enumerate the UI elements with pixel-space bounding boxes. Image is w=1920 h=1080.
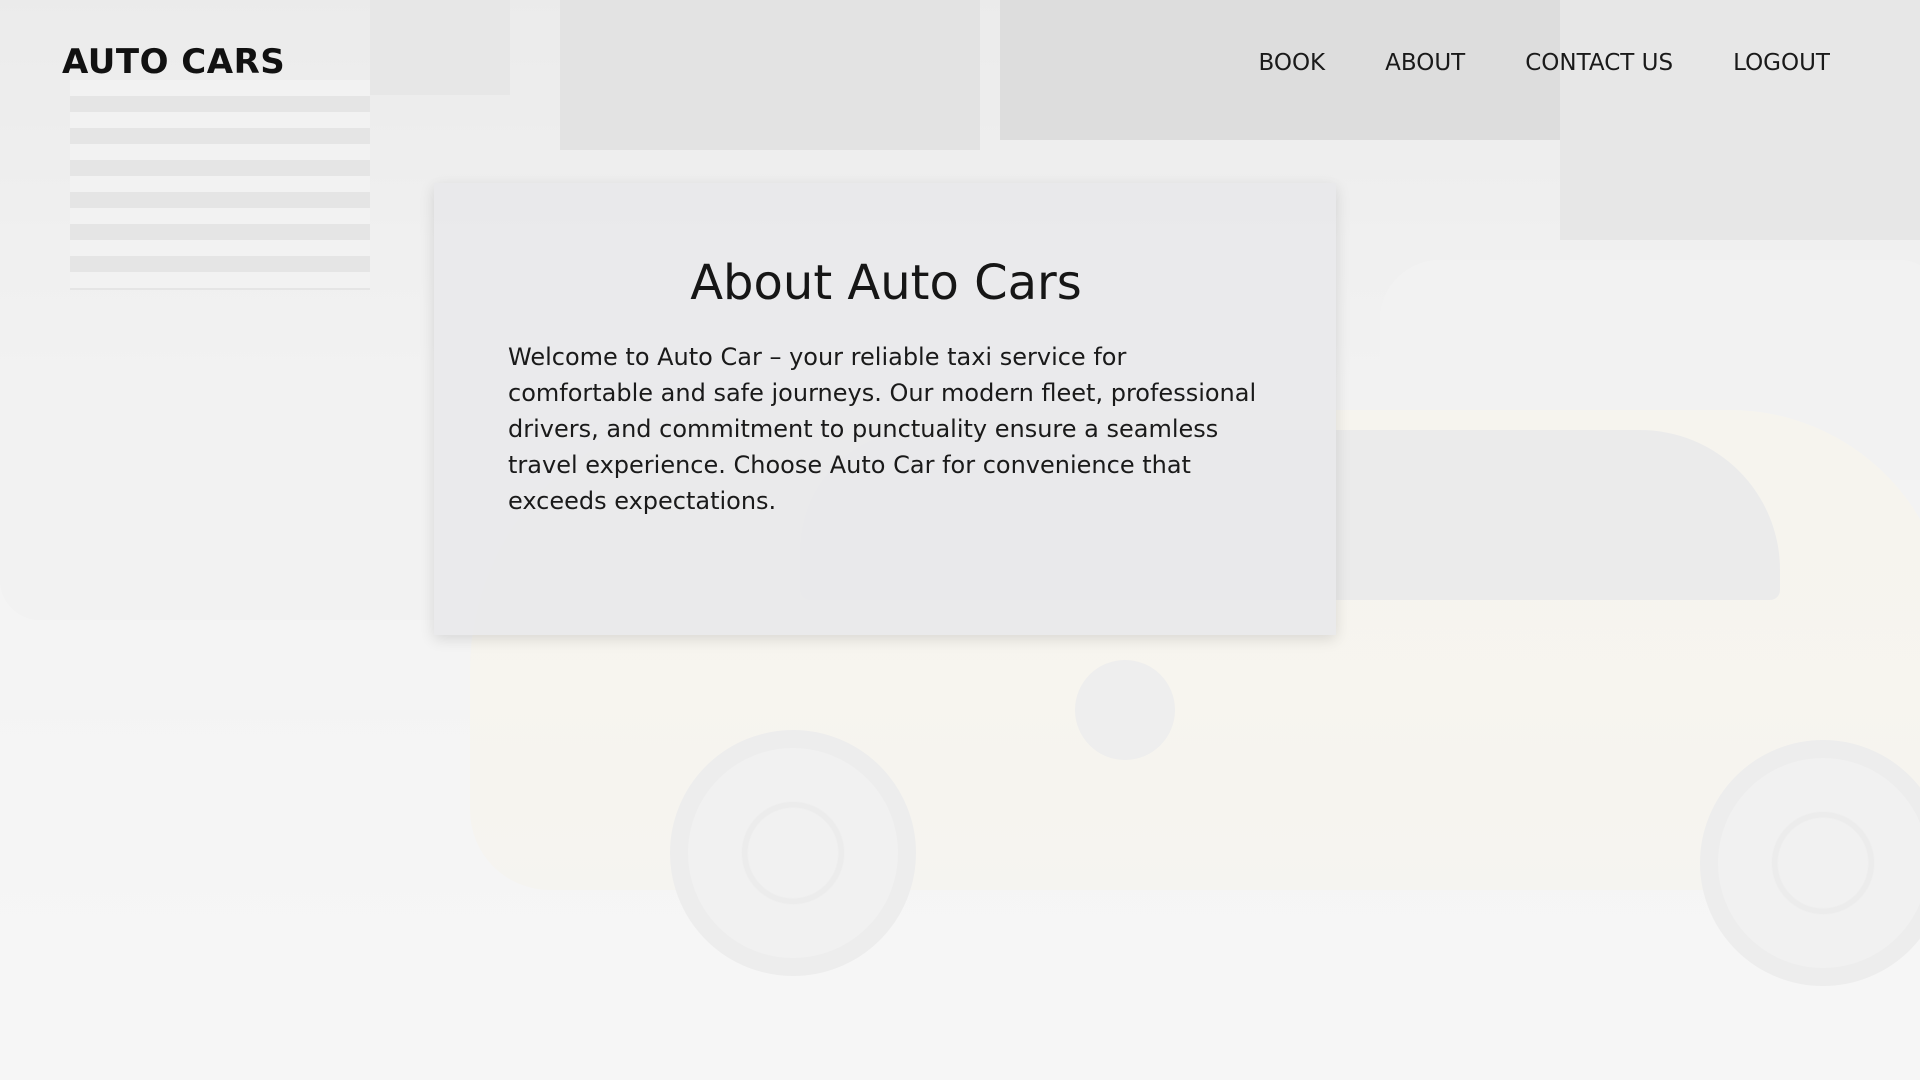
nav-link-logout[interactable]: LOGOUT bbox=[1733, 50, 1830, 76]
site-header: AUTO CARS BOOK ABOUT CONTACT US LOGOUT bbox=[0, 0, 1920, 130]
about-description: Welcome to Auto Car – your reliable taxi… bbox=[508, 343, 1257, 515]
about-card: About Auto Cars Welcome to Auto Car – yo… bbox=[434, 183, 1336, 635]
site-logo[interactable]: AUTO CARS bbox=[62, 42, 285, 82]
about-title: About Auto Cars bbox=[690, 255, 1082, 311]
nav-link-contact-us[interactable]: CONTACT US bbox=[1525, 50, 1673, 76]
nav-link-book[interactable]: BOOK bbox=[1258, 50, 1325, 76]
nav-link-about[interactable]: ABOUT bbox=[1385, 50, 1465, 76]
main-nav: BOOK ABOUT CONTACT US LOGOUT bbox=[1258, 50, 1830, 76]
